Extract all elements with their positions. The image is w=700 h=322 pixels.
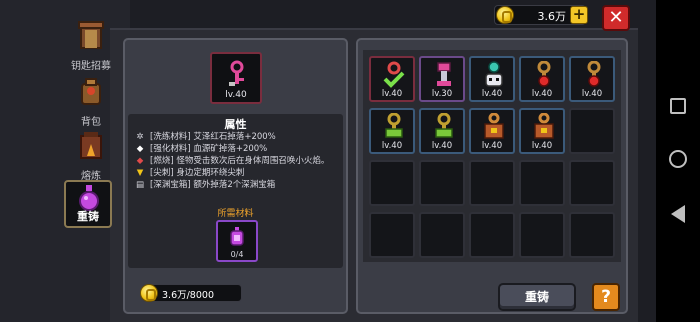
backpack-icon (81, 78, 101, 105)
empty-inventory-slot[interactable] (569, 212, 615, 258)
empty-inventory-slot[interactable] (419, 160, 465, 206)
coin-icon (140, 284, 158, 302)
orange-chest-key-icon (484, 113, 504, 139)
inventory-slot[interactable]: lv.30 (419, 56, 465, 102)
inventory-slot[interactable]: lv.40 (519, 108, 565, 154)
close-button[interactable]: ✕ (602, 5, 630, 31)
inventory-slot[interactable]: lv.40 (519, 56, 565, 102)
empty-inventory-slot[interactable] (419, 212, 465, 258)
inventory-grid: lv.40 lv.30 lv.40 lv.40 lv.40 lv.40 lv.40 lv.40… (363, 50, 621, 262)
add-coins-button[interactable]: + (570, 6, 588, 24)
slot-level: lv.40 (481, 89, 503, 99)
sidebar-item-backpack[interactable]: 背包 (64, 76, 118, 128)
attribute-row: ◆ [燃烧] 怪物受击数次后在身体周围召唤小火焰。 (136, 156, 330, 166)
attribute-row: ▤ [深渊宝箱] 额外掉落2个深渊宝箱 (136, 180, 276, 190)
attribute-row: ◆ [强化材料] 血源矿掉落+200% (136, 144, 268, 154)
slot-level: lv.30 (431, 89, 453, 99)
recent-apps-icon[interactable] (670, 98, 686, 114)
inventory-slot[interactable]: lv.40 (469, 108, 515, 154)
selected-item-slot: lv.40 (210, 52, 262, 104)
furnace-icon (80, 132, 102, 159)
purple-crystal-icon (230, 227, 244, 246)
back-icon[interactable] (671, 205, 685, 223)
home-icon[interactable] (669, 150, 687, 168)
slot-level: lv.40 (481, 141, 503, 151)
slot-level: lv.40 (431, 141, 453, 151)
slot-level: lv.40 (531, 141, 553, 151)
inventory-slot[interactable]: lv.40 (369, 56, 415, 102)
gear-bullet-icon: ✲ (136, 132, 144, 142)
pink-key-icon (229, 60, 244, 86)
sidebar-item-key-recruit[interactable]: 钥匙招募 (64, 20, 118, 72)
empty-inventory-slot[interactable] (519, 212, 565, 258)
required-materials-title: 所需材料 (217, 209, 254, 219)
chest-bullet-icon: ▤ (136, 180, 145, 190)
required-material-slot[interactable]: 0/4 (216, 220, 258, 262)
green-key-icon (385, 113, 403, 138)
spike-bullet-icon: ▼ (136, 168, 144, 178)
check-key-icon (383, 61, 405, 88)
slot-level: lv.40 (381, 141, 403, 151)
inventory-slot[interactable]: lv.40 (569, 56, 615, 102)
empty-inventory-slot[interactable] (469, 212, 515, 258)
inventory-slot[interactable]: lv.40 (419, 108, 465, 154)
sidebar-item-label: 钥匙招募 (71, 61, 111, 72)
sidebar-item-reforge[interactable]: 重铸 (64, 180, 112, 228)
red-gem-key-icon (537, 61, 551, 87)
sidebar-item-smelt[interactable]: 熔炼 (64, 130, 118, 182)
required-material-count: 0/4 (230, 250, 244, 259)
pink-key-icon (437, 62, 451, 86)
orange-chest-key-icon (534, 113, 554, 139)
red-gem-key-icon (587, 61, 601, 87)
gate-icon (78, 21, 104, 49)
empty-inventory-slot[interactable] (569, 108, 615, 154)
attribute-row: ✲ [洗练材料] 艾泽红石掉落+200% (136, 132, 276, 142)
item-level: lv.40 (225, 90, 247, 100)
reforge-cost: 3.6万/8000 (162, 290, 214, 301)
diamond-bullet-icon: ◆ (136, 144, 144, 154)
empty-inventory-slot[interactable] (369, 212, 415, 258)
slot-level: lv.40 (581, 89, 603, 99)
coin-icon (496, 6, 514, 24)
sidebar-item-label: 重铸 (77, 210, 99, 223)
empty-inventory-slot[interactable] (469, 160, 515, 206)
green-key-icon (435, 113, 453, 138)
inventory-slot[interactable]: lv.40 (369, 108, 415, 154)
fire-bullet-icon: ◆ (136, 156, 144, 166)
attribute-row: ▼ [尖刺] 身边定期环绕尖刺 (136, 168, 245, 178)
reforge-button[interactable]: 重铸 (498, 283, 576, 311)
inventory-slot[interactable]: lv.40 (469, 56, 515, 102)
help-button[interactable]: ? (592, 283, 620, 311)
slot-level: lv.40 (531, 89, 553, 99)
sidebar-item-label: 背包 (81, 117, 101, 128)
slot-level: lv.40 (381, 89, 403, 99)
empty-inventory-slot[interactable] (519, 160, 565, 206)
empty-inventory-slot[interactable] (369, 160, 415, 206)
coin-balance: 3.6万 (537, 10, 567, 23)
empty-inventory-slot[interactable] (569, 160, 615, 206)
teal-skull-key-icon (485, 61, 503, 87)
system-nav-bar (656, 0, 700, 322)
